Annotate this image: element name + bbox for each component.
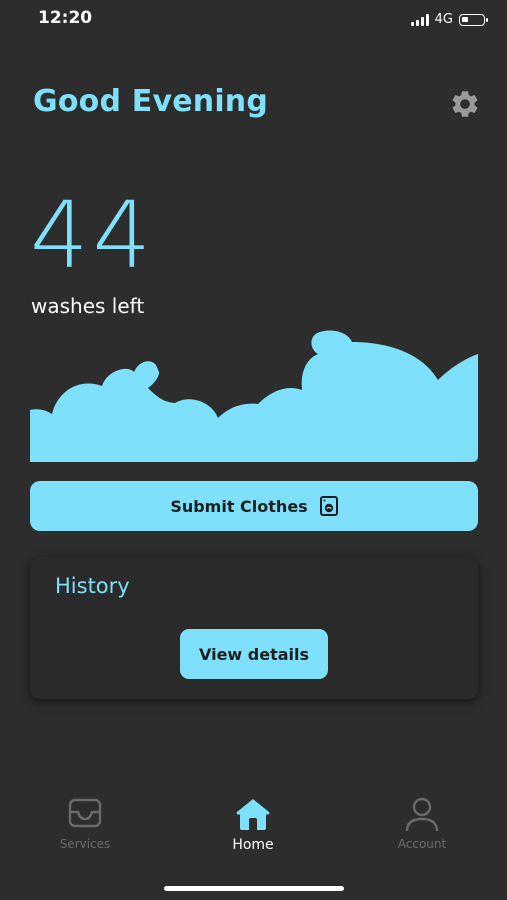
- home-indicator[interactable]: [164, 886, 344, 891]
- home-icon: [236, 799, 270, 830]
- tab-account[interactable]: Account: [362, 795, 482, 851]
- battery-icon: [459, 13, 488, 26]
- submit-clothes-label: Submit Clothes: [170, 496, 308, 516]
- tray-icon: [68, 798, 102, 828]
- view-details-button[interactable]: View details: [180, 629, 328, 679]
- tab-services-label: Services: [59, 837, 111, 851]
- washing-machine-icon: [319, 496, 338, 516]
- bottom-tab-bar: Services Home Account: [0, 795, 507, 875]
- user-icon: [405, 797, 439, 832]
- submit-clothes-button[interactable]: Submit Clothes: [30, 481, 478, 531]
- status-indicators: 4G: [410, 12, 488, 27]
- status-bar: 12:20 4G: [0, 0, 507, 40]
- status-time: 12:20: [38, 8, 93, 28]
- tab-home-label: Home: [232, 837, 274, 853]
- history-title: History: [55, 574, 130, 598]
- history-card: History View details: [30, 557, 478, 699]
- gear-icon[interactable]: [449, 88, 481, 120]
- greeting-title: Good Evening: [33, 84, 269, 119]
- tab-home[interactable]: Home: [193, 795, 313, 853]
- signal-icon: [410, 13, 429, 26]
- tab-account-label: Account: [397, 837, 447, 851]
- wave-illustration: [30, 330, 478, 462]
- tab-services[interactable]: Services: [25, 795, 145, 851]
- washes-label: washes left: [31, 294, 145, 318]
- washes-count: 44: [30, 182, 156, 289]
- network-type: 4G: [434, 12, 453, 27]
